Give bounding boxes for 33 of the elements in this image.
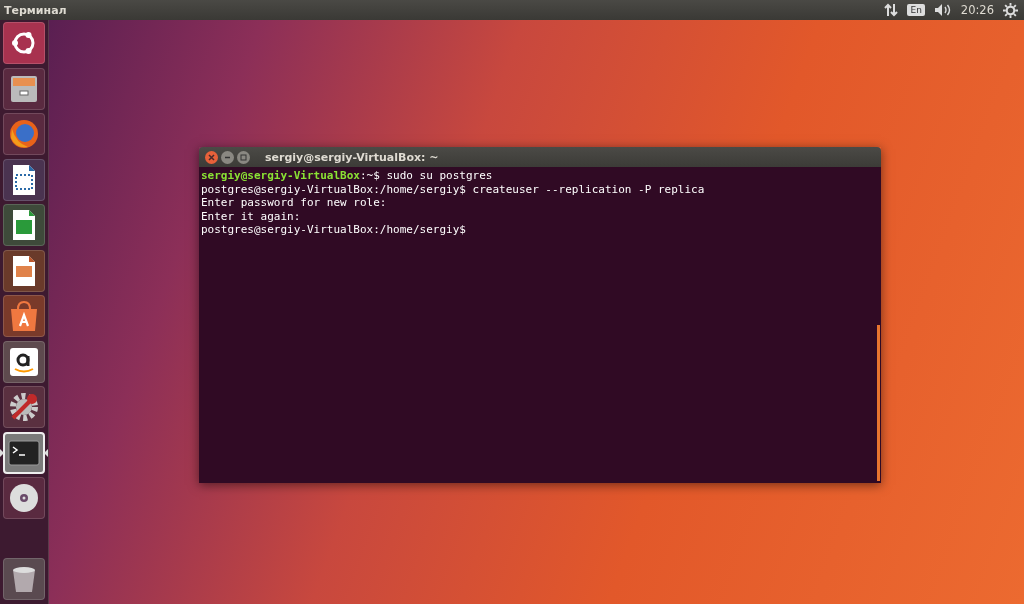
gear-wrench-icon <box>7 390 41 424</box>
terminal-line: Enter it again: <box>201 209 302 224</box>
calc-launcher-button[interactable] <box>3 204 45 246</box>
maximize-icon <box>240 153 247 161</box>
network-arrows-icon[interactable] <box>884 3 899 17</box>
terminal-line: postgres@sergiy-VirtualBox:/home/sergiy$ createuser --replication -P replica <box>201 182 706 197</box>
maximize-button[interactable] <box>237 150 250 164</box>
window-title: sergiy@sergiy-VirtualBox: ~ <box>265 150 439 164</box>
settings-launcher-button[interactable] <box>3 386 45 428</box>
files-launcher-button[interactable] <box>3 67 45 110</box>
impress-launcher-button[interactable] <box>3 249 45 292</box>
window-title: Терминал <box>4 3 67 17</box>
disc-icon <box>7 481 41 515</box>
browser-launcher-button[interactable] <box>3 113 45 155</box>
globe-icon <box>7 117 41 151</box>
close-button[interactable] <box>205 150 218 164</box>
minimize-button[interactable] <box>221 150 234 164</box>
settings-icon[interactable] <box>1003 2 1018 18</box>
terminal-line: Enter password for new role: <box>201 196 388 210</box>
scrollbar[interactable] <box>877 325 880 481</box>
keyboard-layout-indicator[interactable]: En <box>907 4 925 16</box>
ubuntu-launcher-button[interactable] <box>3 22 45 64</box>
amazon-launcher-button[interactable] <box>3 340 45 383</box>
writer-launcher-button[interactable] <box>3 158 45 201</box>
terminal-launcher-button[interactable] <box>3 431 45 474</box>
terminal-line: postgres@sergiy-VirtualBox:/home/sergiy$ <box>201 223 467 237</box>
volume-icon[interactable] <box>933 3 952 17</box>
terminal-line: sergiy@sergiy-VirtualBox:~$ sudo su postgres <box>201 169 494 183</box>
store-launcher-button[interactable] <box>3 295 45 337</box>
close-icon <box>208 153 215 161</box>
trash-launcher-button[interactable] <box>3 558 45 600</box>
disc-launcher-button[interactable] <box>3 477 45 519</box>
clock[interactable]: 20:26 <box>960 3 994 17</box>
